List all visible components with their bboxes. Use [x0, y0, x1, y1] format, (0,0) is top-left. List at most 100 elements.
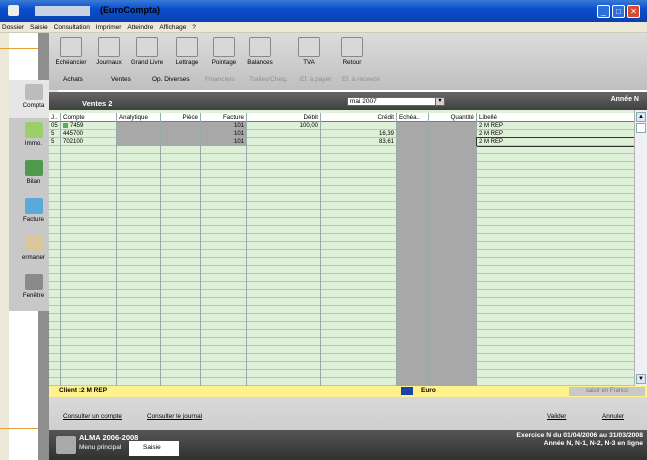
journal-tab-ventes[interactable]: Ventes: [111, 76, 131, 83]
cell-debit[interactable]: [247, 346, 321, 354]
cell-analytique[interactable]: [117, 370, 161, 378]
cell-echeance[interactable]: [397, 130, 429, 138]
cell-j[interactable]: [49, 226, 61, 234]
cell-debit[interactable]: [247, 194, 321, 202]
cell-libelle[interactable]: [477, 186, 635, 194]
table-row[interactable]: [49, 170, 635, 178]
table-row[interactable]: [49, 250, 635, 258]
cell-facture[interactable]: [201, 162, 247, 170]
cell-echeance[interactable]: [397, 314, 429, 322]
cell-debit[interactable]: [247, 274, 321, 282]
cell-piece[interactable]: [161, 138, 201, 146]
cell-debit[interactable]: [247, 154, 321, 162]
cell-j[interactable]: [49, 362, 61, 370]
menu-consultation[interactable]: Consultation: [52, 22, 92, 33]
scroll-thumb[interactable]: [636, 123, 646, 133]
cell-debit[interactable]: [247, 234, 321, 242]
cell-echeance[interactable]: [397, 322, 429, 330]
cell-credit[interactable]: [321, 122, 397, 130]
cell-analytique[interactable]: [117, 306, 161, 314]
cell-debit[interactable]: [247, 306, 321, 314]
cell-compte[interactable]: [61, 362, 117, 370]
cell-echeance[interactable]: [397, 194, 429, 202]
cell-piece[interactable]: [161, 234, 201, 242]
cell-quantite[interactable]: [429, 298, 477, 306]
cell-echeance[interactable]: [397, 274, 429, 282]
cell-analytique[interactable]: [117, 346, 161, 354]
table-row[interactable]: [49, 218, 635, 226]
cell-libelle[interactable]: [477, 154, 635, 162]
cell-analytique[interactable]: [117, 154, 161, 162]
cell-piece[interactable]: [161, 178, 201, 186]
cell-libelle[interactable]: [477, 242, 635, 250]
cell-j[interactable]: [49, 154, 61, 162]
cell-piece[interactable]: [161, 210, 201, 218]
cell-debit[interactable]: [247, 266, 321, 274]
cell-compte[interactable]: [61, 210, 117, 218]
cell-facture[interactable]: [201, 210, 247, 218]
cell-debit[interactable]: [247, 170, 321, 178]
tool-balances[interactable]: Balances: [242, 37, 278, 75]
cell-facture[interactable]: 101: [201, 122, 247, 130]
cell-facture[interactable]: [201, 242, 247, 250]
cell-libelle[interactable]: [477, 146, 635, 154]
cell-j[interactable]: [49, 250, 61, 258]
cell-compte[interactable]: [61, 258, 117, 266]
tool-tva[interactable]: TVA: [291, 37, 327, 75]
cell-j[interactable]: [49, 186, 61, 194]
cell-credit[interactable]: [321, 266, 397, 274]
cell-libelle[interactable]: [477, 250, 635, 258]
cell-analytique[interactable]: [117, 186, 161, 194]
cell-j[interactable]: [49, 162, 61, 170]
cell-j[interactable]: 05: [49, 122, 61, 130]
cell-piece[interactable]: [161, 274, 201, 282]
cell-analytique[interactable]: [117, 266, 161, 274]
cell-debit[interactable]: [247, 330, 321, 338]
table-row[interactable]: [49, 146, 635, 154]
cell-libelle[interactable]: [477, 274, 635, 282]
cell-echeance[interactable]: [397, 202, 429, 210]
cell-piece[interactable]: [161, 338, 201, 346]
consult-journal-button[interactable]: Consulter le journal: [147, 410, 202, 424]
cell-j[interactable]: [49, 234, 61, 242]
cell-compte[interactable]: [61, 170, 117, 178]
cell-facture[interactable]: [201, 290, 247, 298]
cell-echeance[interactable]: [397, 338, 429, 346]
cell-quantite[interactable]: [429, 154, 477, 162]
cell-echeance[interactable]: [397, 186, 429, 194]
cell-compte[interactable]: [61, 298, 117, 306]
table-row[interactable]: [49, 178, 635, 186]
cell-credit[interactable]: [321, 378, 397, 386]
cell-credit[interactable]: [321, 226, 397, 234]
cell-quantite[interactable]: [429, 146, 477, 154]
cell-quantite[interactable]: [429, 170, 477, 178]
cell-quantite[interactable]: [429, 354, 477, 362]
cell-echeance[interactable]: [397, 266, 429, 274]
table-row[interactable]: 5 445700 101 16,39 2 M REP: [49, 130, 635, 138]
table-row[interactable]: [49, 370, 635, 378]
cell-j[interactable]: [49, 322, 61, 330]
cell-compte[interactable]: [61, 290, 117, 298]
cell-quantite[interactable]: [429, 346, 477, 354]
cell-credit[interactable]: [321, 194, 397, 202]
cell-quantite[interactable]: [429, 194, 477, 202]
cell-piece[interactable]: [161, 282, 201, 290]
cell-analytique[interactable]: [117, 162, 161, 170]
cell-quantite[interactable]: [429, 362, 477, 370]
cell-compte[interactable]: [61, 226, 117, 234]
cell-compte[interactable]: [61, 282, 117, 290]
account-link-icon[interactable]: [63, 122, 68, 128]
cell-debit[interactable]: [247, 378, 321, 386]
table-row[interactable]: [49, 274, 635, 282]
cell-credit[interactable]: [321, 210, 397, 218]
cell-facture[interactable]: [201, 378, 247, 386]
cell-libelle[interactable]: [477, 162, 635, 170]
cell-credit[interactable]: [321, 162, 397, 170]
cell-debit[interactable]: [247, 282, 321, 290]
table-row[interactable]: [49, 242, 635, 250]
cell-quantite[interactable]: [429, 122, 477, 130]
cell-analytique[interactable]: [117, 258, 161, 266]
cell-echeance[interactable]: [397, 306, 429, 314]
cell-piece[interactable]: [161, 362, 201, 370]
table-row[interactable]: [49, 322, 635, 330]
